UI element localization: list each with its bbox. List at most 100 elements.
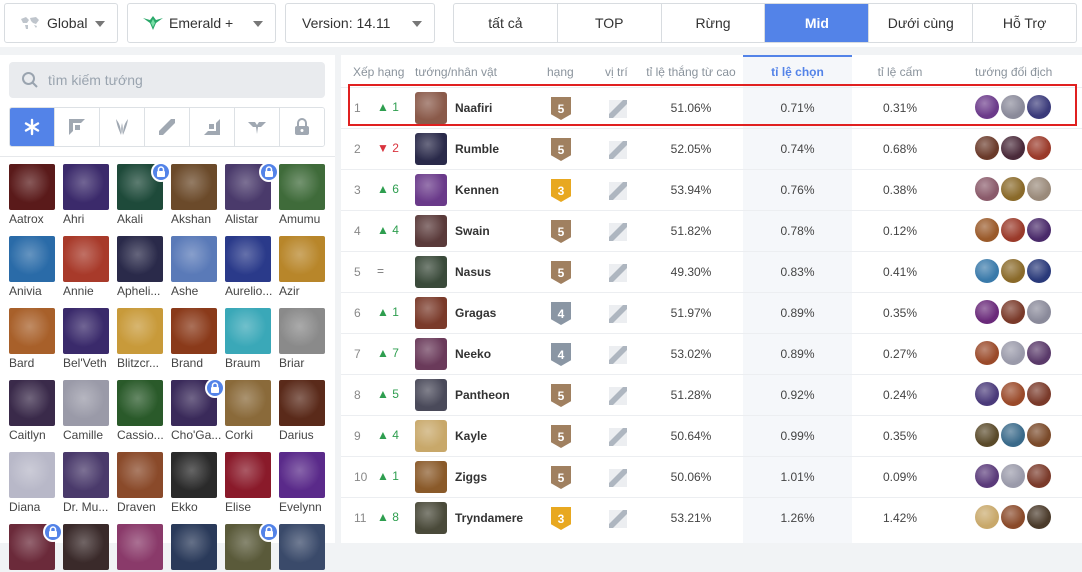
counter-champion-icon[interactable] [1027,136,1051,160]
table-row[interactable]: 7 ▲ 7 Neeko 4 53.02% 0.89% 0.27% [341,333,1082,374]
counter-champion-icon[interactable] [1027,259,1051,283]
role-support-button[interactable] [235,108,280,146]
counter-champion-icon[interactable] [1027,218,1051,242]
champion-avatar[interactable] [415,174,447,206]
champion-name[interactable]: Neeko [455,347,491,361]
champion-avatar[interactable] [415,338,447,370]
champion-tile[interactable]: Diana [9,452,56,514]
table-row[interactable]: 1 ▲ 1 Naafiri 5 51.06% 0.71% 0.31% [341,87,1082,128]
champion-name[interactable]: Nasus [455,265,491,279]
counter-champion-icon[interactable] [1001,259,1025,283]
tab-top[interactable]: TOP [558,4,662,42]
champion-avatar[interactable] [415,133,447,165]
counter-champion-icon[interactable] [975,300,999,324]
champion-search-input[interactable]: tìm kiếm tướng [9,62,325,98]
champion-tile[interactable] [9,522,63,572]
champion-tile[interactable]: Elise [225,452,272,514]
champion-name[interactable]: Kennen [455,183,499,197]
header-winrate[interactable]: tỉ lệ thắng từ cao [631,65,751,79]
tab-all[interactable]: tất cả [454,4,558,42]
role-top-button[interactable] [55,108,100,146]
champion-avatar[interactable] [415,461,447,493]
role-all-button[interactable] [10,108,55,146]
champion-tile[interactable]: Caitlyn [9,380,56,442]
table-row[interactable]: 9 ▲ 4 Kayle 5 50.64% 0.99% 0.35% [341,415,1082,456]
table-row[interactable]: 2 ▼ 2 Rumble 5 52.05% 0.74% 0.68% [341,128,1082,169]
counter-champion-icon[interactable] [1001,136,1025,160]
champion-avatar[interactable] [415,256,447,288]
counter-champion-icon[interactable] [1001,177,1025,201]
counter-champion-icon[interactable] [1027,177,1051,201]
role-locked-button[interactable] [280,108,324,146]
champion-tile[interactable]: Briar [279,308,326,370]
counter-champion-icon[interactable] [1001,423,1025,447]
role-jungle-button[interactable] [100,108,145,146]
tab-bottom[interactable]: Dưới cùng [869,4,974,42]
counter-champion-icon[interactable] [975,464,999,488]
tab-support[interactable]: Hỗ Trợ [973,4,1076,42]
champion-name[interactable]: Tryndamere [455,511,523,525]
champion-tile[interactable]: Ahri [63,164,110,226]
header-pickrate[interactable]: tỉ lệ chọn [743,65,852,79]
table-row[interactable]: 4 ▲ 4 Swain 5 51.82% 0.78% 0.12% [341,210,1082,251]
region-dropdown[interactable]: Global [4,3,118,43]
counter-champion-icon[interactable] [1027,382,1051,406]
counter-champion-icon[interactable] [1001,95,1025,119]
champion-name[interactable]: Rumble [455,142,499,156]
header-champion[interactable]: tướng/nhân vật [415,65,497,79]
counter-champion-icon[interactable] [1027,464,1051,488]
champion-avatar[interactable] [415,502,447,534]
champion-tile[interactable]: Akshan [171,164,218,226]
champion-tile[interactable] [225,522,279,572]
counter-champion-icon[interactable] [975,341,999,365]
header-rank[interactable]: Xếp hạng [353,65,404,79]
champion-tile[interactable]: Anivia [9,236,56,298]
counter-champion-icon[interactable] [1001,382,1025,406]
counter-champion-icon[interactable] [975,259,999,283]
tab-mid[interactable]: Mid [765,4,870,42]
tab-jungle[interactable]: Rừng [662,4,766,42]
champion-tile[interactable]: Dr. Mu... [63,452,110,514]
champion-avatar[interactable] [415,379,447,411]
table-row[interactable]: 6 ▲ 1 Gragas 4 51.97% 0.89% 0.35% [341,292,1082,333]
champion-tile[interactable] [63,524,110,572]
rank-dropdown[interactable]: Emerald + [127,3,276,43]
champion-tile[interactable]: Cho'Ga... [171,378,225,442]
counter-champion-icon[interactable] [975,382,999,406]
champion-avatar[interactable] [415,297,447,329]
champion-name[interactable]: Kayle [455,429,487,443]
counter-champion-icon[interactable] [1001,218,1025,242]
counter-champion-icon[interactable] [1001,341,1025,365]
champion-name[interactable]: Naafiri [455,101,492,115]
table-row[interactable]: 11 ▲ 8 Tryndamere 3 53.21% 1.26% 1.42% [341,497,1082,538]
champion-avatar[interactable] [415,92,447,124]
champion-tile[interactable]: Camille [63,380,110,442]
champion-avatar[interactable] [415,420,447,452]
champion-tile[interactable]: Aurelio... [225,236,272,298]
header-position[interactable]: vị trí [605,65,628,79]
champion-tile[interactable]: Darius [279,380,326,442]
role-bottom-button[interactable] [190,108,235,146]
counter-champion-icon[interactable] [975,177,999,201]
table-row[interactable]: 8 ▲ 5 Pantheon 5 51.28% 0.92% 0.24% [341,374,1082,415]
champion-name[interactable]: Swain [455,224,490,238]
counter-champion-icon[interactable] [1027,423,1051,447]
champion-tile[interactable]: Alistar [225,162,279,226]
champion-tile[interactable]: Amumu [279,164,326,226]
counter-champion-icon[interactable] [975,95,999,119]
table-row[interactable]: 5 = Nasus 5 49.30% 0.83% 0.41% [341,251,1082,292]
counter-champion-icon[interactable] [1027,95,1051,119]
champion-tile[interactable] [171,524,218,572]
champion-tile[interactable]: Ashe [171,236,218,298]
champion-name[interactable]: Gragas [455,306,496,320]
champion-tile[interactable]: Corki [225,380,272,442]
champion-tile[interactable]: Evelynn [279,452,326,514]
champion-tile[interactable]: Blitzcr... [117,308,164,370]
header-banrate[interactable]: tỉ lệ cấm [852,65,948,79]
table-row[interactable]: 3 ▲ 6 Kennen 3 53.94% 0.76% 0.38% [341,169,1082,210]
champion-name[interactable]: Ziggs [455,470,487,484]
counter-champion-icon[interactable] [975,423,999,447]
counter-champion-icon[interactable] [1001,300,1025,324]
champion-tile[interactable]: Bel'Veth [63,308,110,370]
champion-tile[interactable]: Brand [171,308,218,370]
